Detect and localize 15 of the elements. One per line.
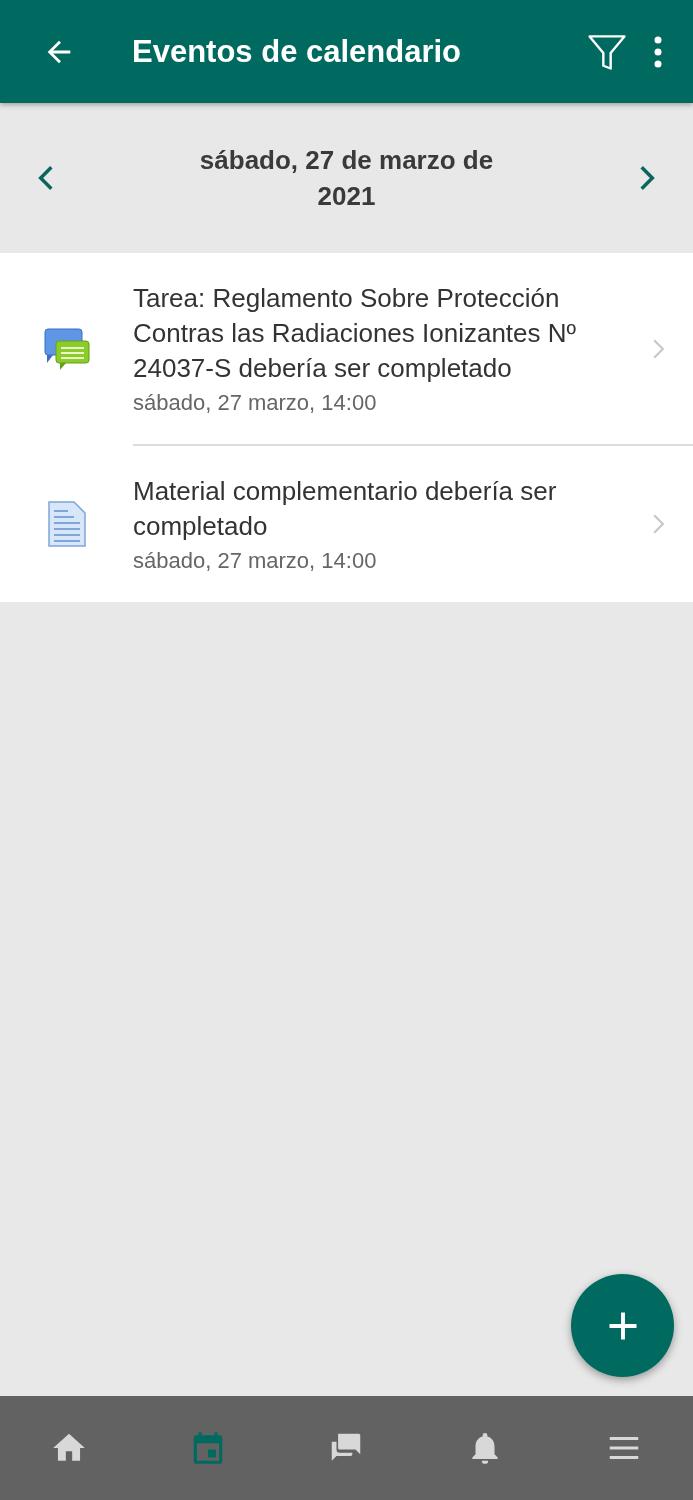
event-title: Material complementario debería ser completado [133,475,558,543]
previous-day-icon[interactable] [38,164,54,192]
current-date: sábado, 27 de marzo de 2021 [198,144,495,213]
event-time: sábado, 27 marzo, 14:00 [133,548,378,574]
chat-bubbles-icon [43,327,90,372]
document-icon [47,501,86,547]
event-title: Tarea: Reglamento Sobre Protección Contras las Radiaciones Ionizantes Nº 24037-S debería ser completado [133,282,578,385]
next-day-icon[interactable] [639,164,655,192]
more-options-icon[interactable] [653,35,663,68]
event-item[interactable]: Material complementario debería ser completado sábado, 27 marzo, 14:00 [0,446,693,602]
chevron-right-icon [652,512,665,536]
event-time: sábado, 27 marzo, 14:00 [133,390,378,416]
event-item[interactable]: Tarea: Reglamento Sobre Protección Contras las Radiaciones Ionizantes Nº 24037-S debería ser completado sábado, 27 marzo, 14:00 [0,253,693,446]
add-event-button[interactable] [571,1274,674,1377]
page-title: Eventos de calendario [132,33,463,70]
